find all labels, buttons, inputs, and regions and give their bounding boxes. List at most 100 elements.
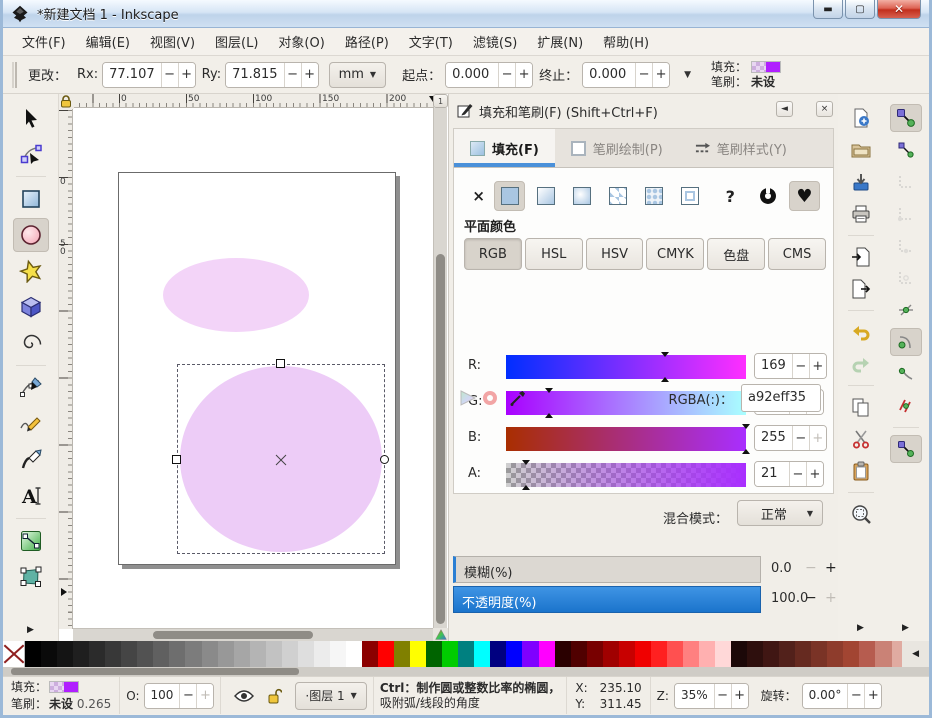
ry-decrement[interactable]: − (284, 63, 301, 87)
ry-spinner[interactable]: 71.815 − + (225, 62, 319, 88)
menu-layer[interactable]: 图层(L) (206, 28, 267, 55)
unknown-button[interactable]: ? (719, 187, 742, 206)
snap-path-node-button[interactable] (890, 360, 922, 388)
toolbar-fill-swatch[interactable] (751, 61, 781, 73)
snap-others-button[interactable] (890, 435, 922, 463)
import-button[interactable] (845, 243, 877, 271)
undo-button[interactable] (845, 318, 877, 346)
print-button[interactable] (845, 200, 877, 228)
tool-node-editor[interactable] (13, 137, 49, 171)
palette-swatch[interactable] (522, 641, 538, 667)
tab-stroke-paint[interactable]: 笔刷绘制(P) (555, 129, 679, 167)
snap-bbox-center-button[interactable] (890, 264, 922, 292)
alpha-slider[interactable] (506, 460, 746, 490)
tool-3d-box[interactable] (13, 290, 49, 324)
ellipse-rx-handle[interactable] (172, 455, 181, 464)
save-document-button[interactable] (845, 168, 877, 196)
ry-value[interactable]: 71.815 (226, 63, 284, 87)
start-spinner[interactable]: 0.000 − + (445, 62, 533, 88)
vertical-scrollbar-thumb[interactable] (436, 254, 445, 624)
status-stroke-value[interactable]: 未设 (49, 697, 73, 711)
rx-decrement[interactable]: − (161, 63, 178, 87)
opacity-increment[interactable]: + (825, 590, 837, 606)
palette-swatch[interactable] (635, 641, 651, 667)
color-wheel-icon[interactable] (459, 389, 477, 407)
ry-increment[interactable]: + (301, 63, 318, 87)
linear-gradient-button[interactable] (530, 181, 561, 211)
rx-spinner[interactable]: 77.107 − + (102, 62, 196, 88)
ellipse-ry-handle[interactable] (276, 359, 285, 368)
end-increment[interactable]: + (652, 63, 669, 87)
selection-center-mark[interactable] (275, 454, 287, 466)
cut-button[interactable] (845, 425, 877, 453)
cms-toggle-button[interactable] (433, 628, 448, 641)
palette-scroll-left-arrow[interactable]: ◀ (902, 641, 929, 667)
palette-swatch[interactable] (795, 641, 811, 667)
minimize-button[interactable]: ▬ (813, 0, 843, 19)
palette-swatch[interactable] (362, 641, 378, 667)
rotation-spinner[interactable]: 0.00° − + (802, 683, 883, 709)
snap-bbox-edge-button[interactable] (890, 168, 922, 196)
layer-visibility-eye-icon[interactable] (234, 689, 254, 703)
object-opacity-value[interactable]: 100 (145, 684, 180, 708)
palette-swatch[interactable] (490, 641, 506, 667)
snap-bbox-edge-midpoint-button[interactable] (890, 232, 922, 260)
palette-swatch[interactable] (747, 641, 763, 667)
palette-swatch[interactable] (153, 641, 169, 667)
menu-extensions[interactable]: 扩展(N) (528, 28, 592, 55)
pattern-button[interactable] (602, 181, 633, 211)
palette-swatch[interactable] (346, 641, 362, 667)
canvas-desk[interactable] (73, 108, 434, 629)
palette-swatch[interactable] (410, 641, 426, 667)
blend-mode-dropdown[interactable]: 正常 ▼ (737, 500, 823, 526)
palette-swatch[interactable] (539, 641, 555, 667)
palette-swatch[interactable] (202, 641, 218, 667)
palette-scrollbar-thumb[interactable] (11, 668, 299, 675)
end-spinner[interactable]: 0.000 − + (582, 62, 670, 88)
tool-gradient[interactable] (13, 524, 49, 558)
palette-scrollbar[interactable] (3, 667, 929, 676)
status-fill-stroke[interactable]: 填充： 笔刷： 未设 0.265 (3, 677, 120, 714)
snap-path-button[interactable] (890, 328, 922, 356)
toolbar-grip[interactable] (12, 62, 17, 88)
tool-star[interactable] (13, 254, 49, 288)
layer-lock-open-icon[interactable] (268, 688, 282, 704)
palette-swatch[interactable] (25, 641, 41, 667)
palette-swatch[interactable] (571, 641, 587, 667)
opacity-slider[interactable]: 不透明度(%) (453, 586, 761, 613)
rx-increment[interactable]: + (178, 63, 195, 87)
snap-intersection-button[interactable] (890, 392, 922, 420)
tool-bezier-pen[interactable] (13, 371, 49, 405)
tool-rectangle[interactable] (13, 182, 49, 216)
palette-swatch[interactable] (506, 641, 522, 667)
commands-overflow-arrow[interactable]: ▶ (857, 623, 864, 633)
palette-swatch[interactable] (121, 641, 137, 667)
vertical-ruler[interactable]: 0 50 (59, 108, 73, 629)
redo-button[interactable] (845, 350, 877, 378)
open-document-button[interactable] (845, 136, 877, 164)
tool-connector[interactable] (13, 560, 49, 594)
toolbar-stroke-value[interactable]: 未设 (749, 75, 783, 90)
palette-swatch[interactable] (667, 641, 683, 667)
palette-swatch[interactable] (843, 641, 859, 667)
menu-text[interactable]: 文字(T) (400, 28, 462, 55)
horizontal-ruler[interactable]: 0 50 100 150 200 (73, 94, 434, 108)
menu-object[interactable]: 对象(O) (269, 28, 333, 55)
red-slider[interactable] (506, 352, 746, 382)
tab-stroke-style[interactable]: 笔刷样式(Y) (679, 129, 803, 167)
unit-dropdown[interactable]: mm ▼ (329, 62, 386, 88)
opacity-decrement[interactable]: − (805, 590, 817, 606)
tool-pencil[interactable] (13, 407, 49, 441)
snap-bbox-corner-button[interactable] (890, 200, 922, 228)
rx-value[interactable]: 77.107 (103, 63, 161, 87)
palette-swatch[interactable] (442, 641, 458, 667)
toolbar-overflow-arrow[interactable]: ▼ (684, 70, 691, 80)
palette-swatch[interactable] (555, 641, 571, 667)
paste-button[interactable] (845, 457, 877, 485)
layer-dropdown[interactable]: ·图层 1 ▼ (295, 682, 366, 710)
palette-swatch[interactable] (234, 641, 250, 667)
palette-swatch[interactable] (137, 641, 153, 667)
palette-swatch[interactable] (378, 641, 394, 667)
tab-cms[interactable]: CMS (768, 238, 826, 270)
palette-swatch[interactable] (105, 641, 121, 667)
